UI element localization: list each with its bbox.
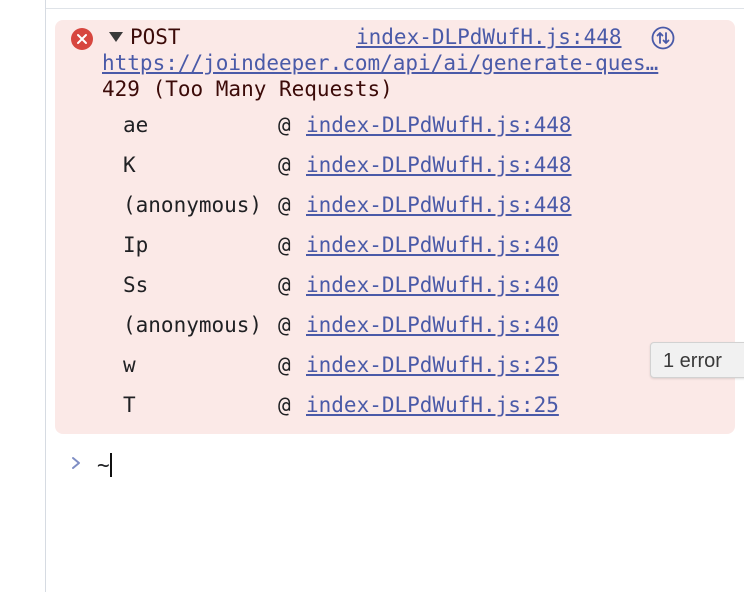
stack-frame-function: T [123,393,136,417]
stack-frame-function: w [123,353,136,377]
request-method: POST [130,25,181,49]
stack-frame-function: Ss [123,273,149,297]
stack-frame-at: @ [278,113,291,137]
triangle-down-icon[interactable] [109,32,123,42]
stack-frame-source-link[interactable]: index-DLPdWufH.js:40 [306,310,559,340]
stack-frame: w @ index-DLPdWufH.js:25 [0,350,744,380]
stack-frame: T @ index-DLPdWufH.js:25 [0,390,744,420]
chevron-right-icon [69,455,83,471]
request-url-link[interactable]: https://joindeeper.com/api/ai/generate-q… [102,50,658,76]
devtools-console: POST index-DLPdWufH.js:448 https://joind… [0,0,744,592]
stack-frame-function: (anonymous) [123,193,263,217]
stack-frame-source-link[interactable]: index-DLPdWufH.js:448 [306,190,572,220]
stack-frame-at: @ [278,393,291,417]
stack-frame-function: Ip [123,233,149,257]
stack-frame-source-link[interactable]: index-DLPdWufH.js:40 [306,270,559,300]
stack-frame-at: @ [278,153,291,177]
stack-frame-source-link[interactable]: index-DLPdWufH.js:25 [306,390,559,420]
stack-frame-source-link[interactable]: index-DLPdWufH.js:448 [306,150,572,180]
top-divider [46,8,744,9]
stack-frame-source-link[interactable]: index-DLPdWufH.js:448 [306,110,572,140]
error-count-tooltip: 1 error [650,342,744,378]
stack-frame-source-link[interactable]: index-DLPdWufH.js:25 [306,350,559,380]
stack-frame: (anonymous) @ index-DLPdWufH.js:448 [0,190,744,220]
network-request-icon[interactable] [651,26,675,50]
status-text: 429 (Too Many Requests) [102,77,393,101]
stack-frame: (anonymous) @ index-DLPdWufH.js:40 [0,310,744,340]
stack-frame-source-link[interactable]: index-DLPdWufH.js:40 [306,230,559,260]
stack-frame-at: @ [278,313,291,337]
text-cursor [110,453,112,477]
stack-frame: Ip @ index-DLPdWufH.js:40 [0,230,744,260]
error-source-link[interactable]: index-DLPdWufH.js:448 [356,24,622,50]
stack-frame-at: @ [278,193,291,217]
stack-frame-function: (anonymous) [123,313,263,337]
stack-frame-function: K [123,153,136,177]
stack-frame-at: @ [278,273,291,297]
stack-frame-at: @ [278,233,291,257]
stack-frame-at: @ [278,353,291,377]
stack-frame: ae @ index-DLPdWufH.js:448 [0,110,744,140]
console-input[interactable]: ~ [97,452,110,478]
error-circle-icon [71,28,93,50]
stack-frame: K @ index-DLPdWufH.js:448 [0,150,744,180]
stack-frame-function: ae [123,113,149,137]
stack-frame: Ss @ index-DLPdWufH.js:40 [0,270,744,300]
